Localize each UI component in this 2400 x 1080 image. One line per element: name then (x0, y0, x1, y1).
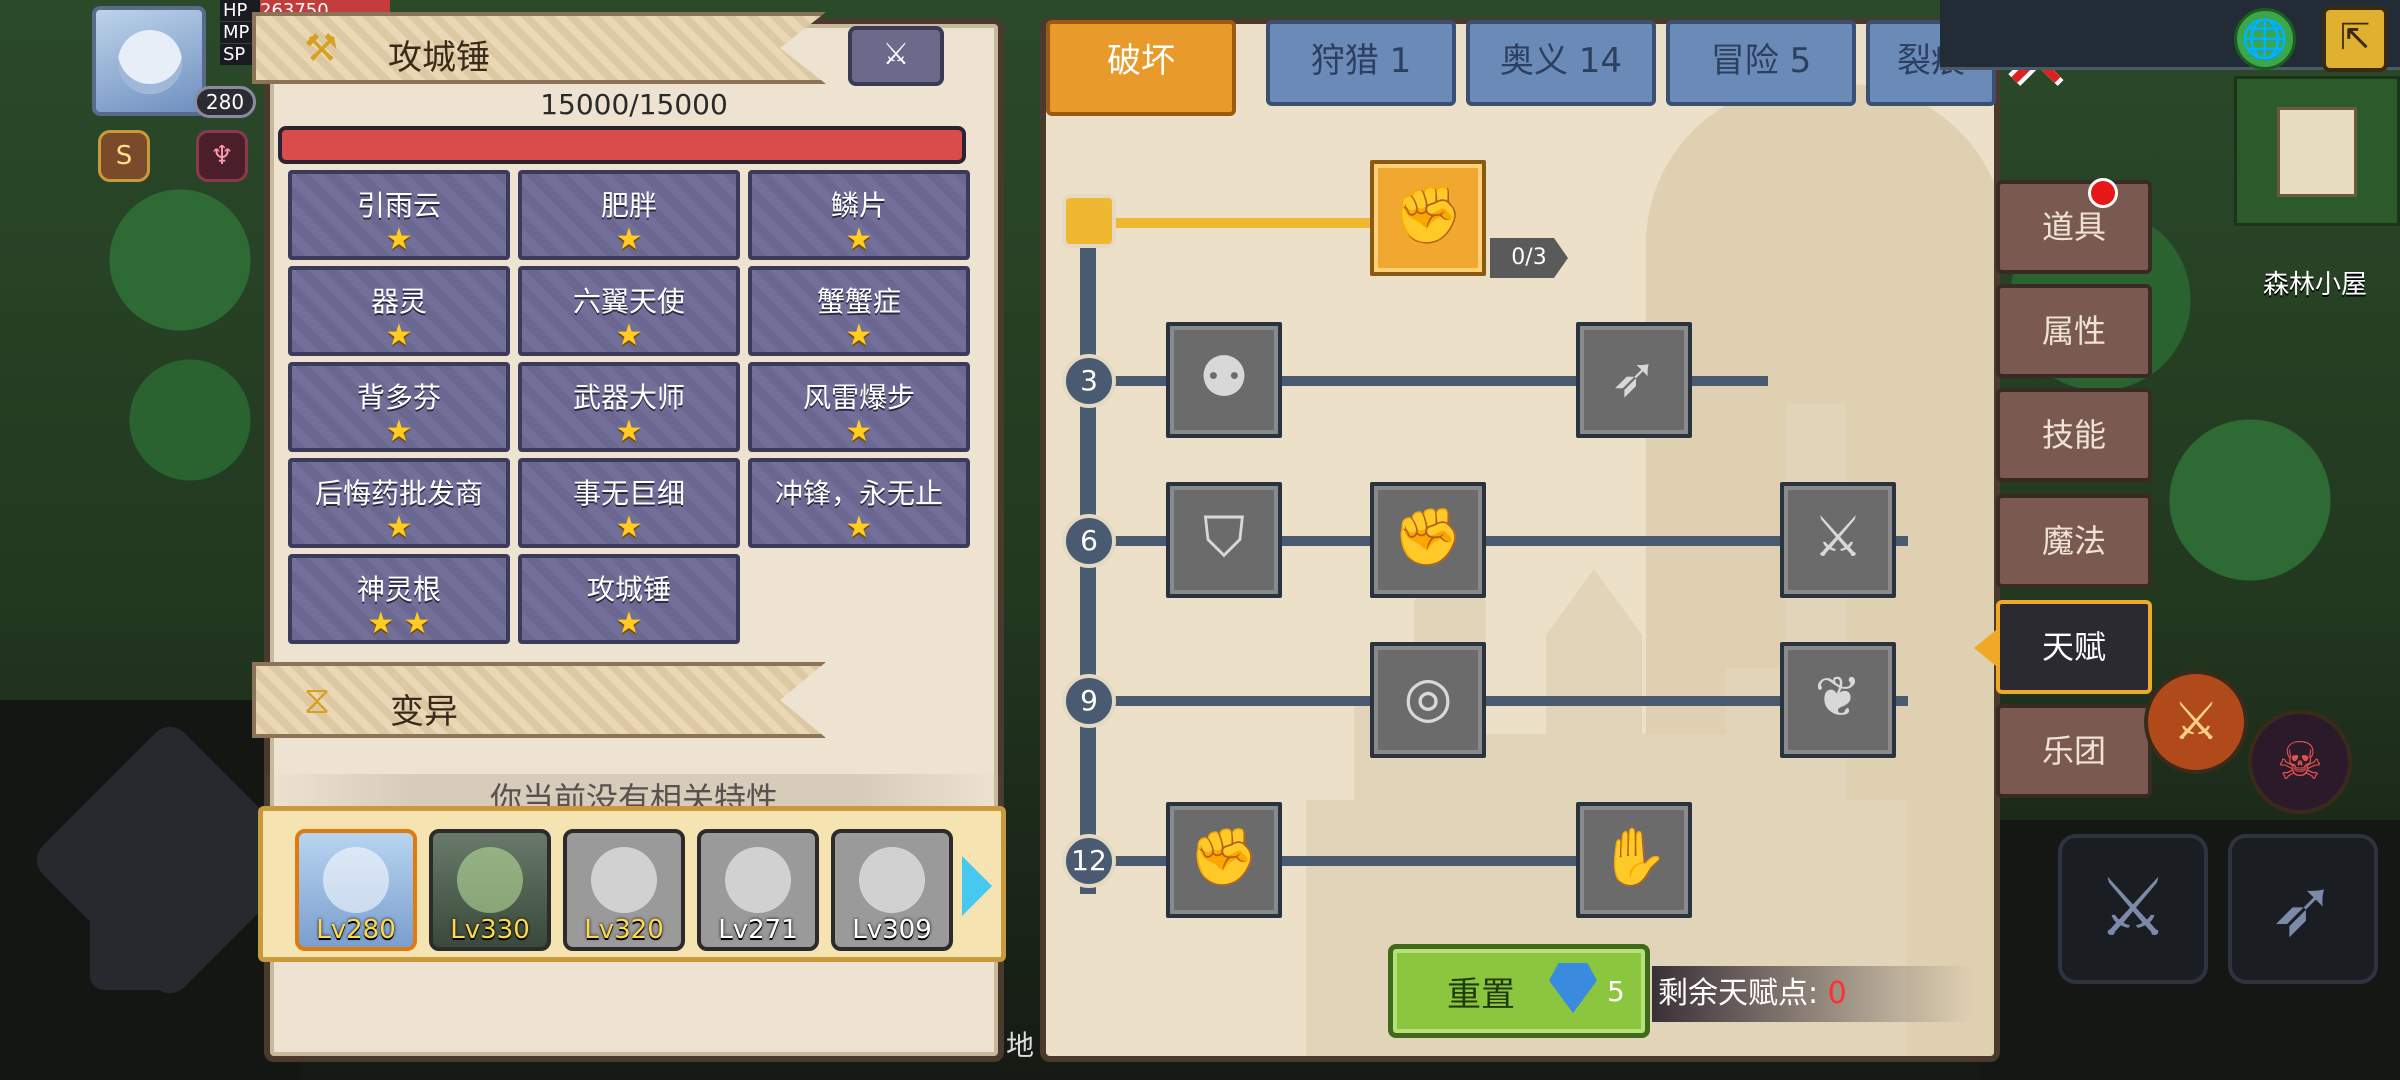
trait-card[interactable]: 冲锋，永无止 ★ (748, 458, 970, 548)
trait-section-header: ⚒ 攻城锤 (252, 12, 826, 84)
hp-bar (278, 126, 966, 164)
side-menu-skills[interactable]: 技能 (1996, 388, 2152, 482)
star-icon: ★ (385, 414, 413, 449)
player-level-badge: 280 (194, 86, 256, 118)
side-menu-talent[interactable]: 天赋 (1974, 600, 2152, 694)
star-icon: ★ (615, 414, 643, 449)
dpad-secondary[interactable] (90, 900, 180, 990)
star-icon: ★ (845, 318, 873, 353)
trait-card[interactable]: 后悔药批发商 ★ (288, 458, 510, 548)
hero-portrait (591, 847, 657, 913)
hero-portrait (859, 847, 925, 913)
trait-card[interactable]: 风雷爆步 ★ (748, 362, 970, 452)
hero-portrait (725, 847, 791, 913)
house-icon (2277, 107, 2357, 197)
reset-button[interactable]: 重置 5 (1388, 944, 1650, 1038)
star-icon: ★ (615, 222, 643, 257)
gauntlet-talent-icon[interactable]: ✋ (1576, 802, 1692, 918)
tier-node: 6 (1062, 514, 1116, 568)
talent-tree: ✊ 0/3 3 ⚉ ➶ 6 ⛉ ✊ ⚔ 9 ◎ ❦ 12 ✊ ✋ (1040, 18, 2000, 1062)
section-title: 攻城锤 (388, 38, 490, 78)
buff-wing-icon[interactable]: ♆ (196, 130, 248, 182)
globe-icon[interactable]: 🌐 (2234, 8, 2296, 70)
hp-bar-fill (282, 130, 962, 160)
arm-wrestle-talent-icon[interactable]: ✊ (1370, 160, 1486, 276)
hammer-icon: ⚒ (303, 26, 339, 70)
dna-icon: ⧖ (303, 678, 331, 722)
star-icon: ★ (845, 414, 873, 449)
hero-selector: Lv280 Lv330 Lv320 Lv271 Lv309 (258, 806, 1006, 962)
trait-card[interactable]: 肥胖 ★ (518, 170, 740, 260)
tier-node: 12 (1062, 834, 1116, 888)
hero-portrait (323, 847, 389, 913)
sword-attack-icon[interactable]: ⚔ (2058, 834, 2208, 984)
skill-toggle-button[interactable]: ⚔ (848, 26, 944, 86)
star-icon: ★ (845, 222, 873, 257)
hero-slot[interactable]: Lv271 (697, 829, 819, 951)
mutation-label: 变异 (390, 692, 458, 732)
remaining-points: 剩余天赋点: 0 (1652, 966, 1972, 1022)
trait-card[interactable]: 神灵根 ★ ★ (288, 554, 510, 644)
side-menu-attributes[interactable]: 属性 (1996, 284, 2152, 378)
star-icon: ★ ★ (367, 606, 431, 641)
trait-card[interactable]: 鳞片 ★ (748, 170, 970, 260)
location-name: 森林小屋 (2262, 270, 2367, 300)
side-menu-band[interactable]: 乐团 (1996, 704, 2152, 798)
diamond-icon (1549, 963, 1597, 1013)
tier-node: 9 (1062, 674, 1116, 728)
star-icon: ★ (385, 222, 413, 257)
star-icon: ★ (615, 606, 643, 641)
star-icon: ★ (385, 510, 413, 545)
mutation-section-header[interactable]: ⧖ 变异 (252, 662, 826, 738)
hp-readout: 15000/15000 (540, 88, 728, 121)
trait-card[interactable]: 蟹蟹症 ★ (748, 266, 970, 356)
bow-attack-icon[interactable]: ➶ (2228, 834, 2378, 984)
shockwave-talent-icon[interactable]: ◎ (1370, 642, 1486, 758)
shield-break-talent-icon[interactable]: ⛉ (1166, 482, 1282, 598)
arrow-talent-icon[interactable]: ➶ (1576, 322, 1692, 438)
map-label: 地 (1006, 1029, 1035, 1062)
tree-start-node (1062, 194, 1116, 248)
minimap[interactable] (2234, 76, 2400, 226)
bat-talent-icon[interactable]: ❦ (1780, 642, 1896, 758)
side-menu-items[interactable]: 道具 (1996, 180, 2152, 274)
skill-demon-icon[interactable]: ☠ (2248, 710, 2352, 814)
fist-talent-icon[interactable]: ✊ (1370, 482, 1486, 598)
skill-sword-icon[interactable]: ⚔ (2144, 670, 2248, 774)
talent-progress-badge: 0/3 (1490, 238, 1568, 278)
avatar-face (118, 30, 182, 94)
trait-card[interactable]: 六翼天使 ★ (518, 266, 740, 356)
hero-slot[interactable]: Lv280 (295, 829, 417, 951)
no-trait-message: 你当前没有相关特性 (264, 774, 1004, 808)
slash-talent-icon[interactable]: ⚔ (1780, 482, 1896, 598)
notification-dot (2088, 178, 2118, 208)
trait-card[interactable]: 器灵 ★ (288, 266, 510, 356)
hero-slot[interactable]: Lv330 (429, 829, 551, 951)
hero-slot[interactable]: Lv309 (831, 829, 953, 951)
tier-node: 3 (1062, 354, 1116, 408)
player-avatar[interactable] (92, 6, 206, 116)
star-icon: ★ (385, 318, 413, 353)
raised-fist-talent-icon[interactable]: ✊ (1166, 802, 1282, 918)
star-icon: ★ (615, 318, 643, 353)
hero-portrait (457, 847, 523, 913)
star-icon: ★ (845, 510, 873, 545)
buff-s-icon[interactable]: S (98, 130, 150, 182)
trait-card[interactable]: 背多芬 ★ (288, 362, 510, 452)
next-hero-arrow-icon[interactable] (962, 856, 992, 916)
trait-card[interactable]: 攻城锤 ★ (518, 554, 740, 644)
trait-card[interactable]: 武器大师 ★ (518, 362, 740, 452)
star-icon: ★ (615, 510, 643, 545)
strongman-talent-icon[interactable]: ⚉ (1166, 322, 1282, 438)
side-menu-magic[interactable]: 魔法 (1996, 494, 2152, 588)
exit-icon[interactable]: ⇱ (2322, 6, 2388, 72)
hero-slot[interactable]: Lv320 (563, 829, 685, 951)
trait-card[interactable]: 引雨云 ★ (288, 170, 510, 260)
trait-card[interactable]: 事无巨细 ★ (518, 458, 740, 548)
